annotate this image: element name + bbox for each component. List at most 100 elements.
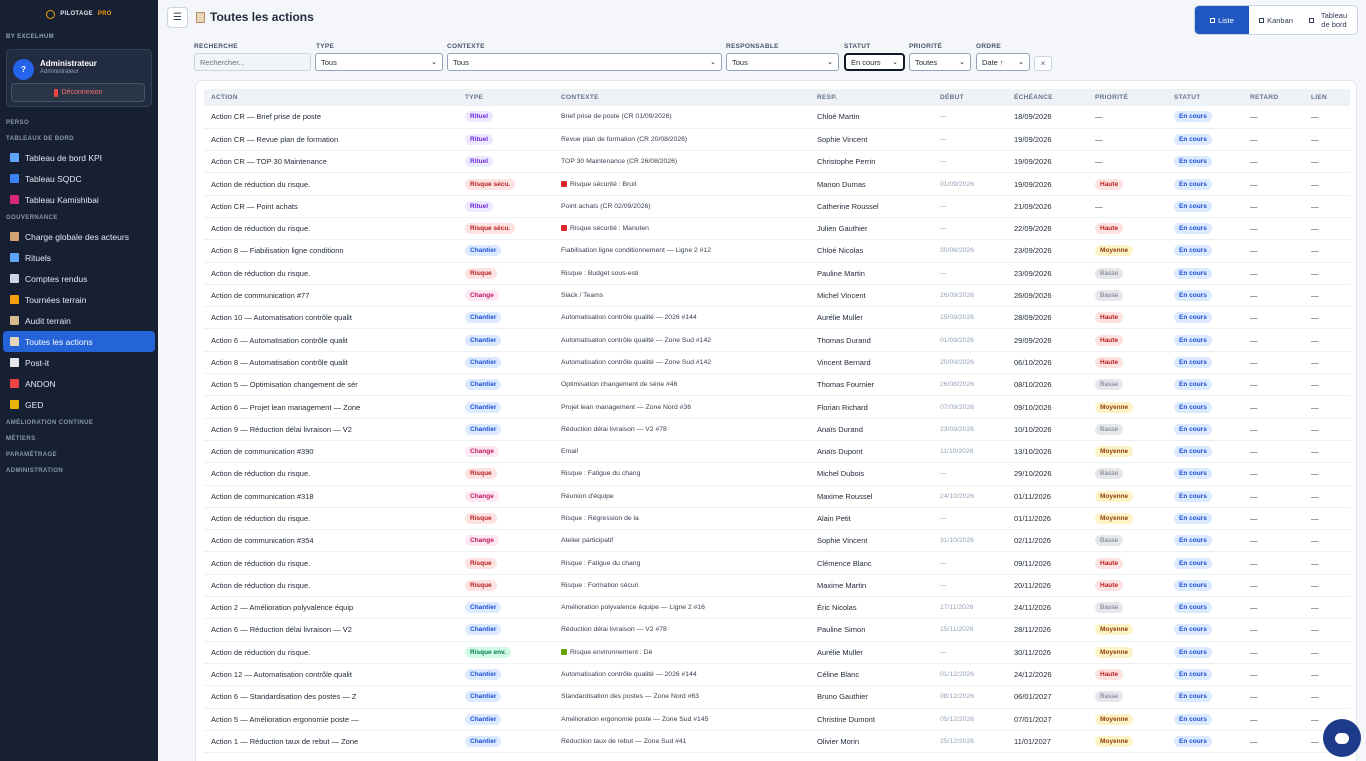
link-cell[interactable]: — — [1304, 307, 1350, 329]
action-cell[interactable]: Action 8 — Fiabilisation ligne condition… — [204, 240, 458, 262]
link-cell[interactable]: — — [1304, 641, 1350, 663]
section-parametrage[interactable]: PARAMÉTRAGE — [0, 447, 158, 463]
avatar[interactable]: ? — [13, 59, 34, 80]
link-cell[interactable]: — — [1304, 106, 1350, 128]
sidebar-item-audit-terrain[interactable]: Audit terrain — [3, 310, 155, 331]
link-cell[interactable]: — — [1304, 574, 1350, 596]
menu-toggle-button[interactable]: ☰ — [167, 7, 188, 28]
link-cell[interactable]: — — [1304, 173, 1350, 195]
action-cell[interactable]: Action CR — Point achats — [204, 195, 458, 217]
column-header[interactable]: RETARD — [1243, 89, 1304, 106]
link-cell[interactable]: — — [1304, 351, 1350, 373]
section-perso[interactable]: PERSO — [0, 115, 158, 131]
table-row[interactable]: Action 1 — Réduction taux de rebut — Zon… — [204, 730, 1350, 753]
table-row[interactable]: Action 8 — Automatisation contrôle quali… — [204, 351, 1350, 374]
link-cell[interactable]: — — [1304, 418, 1350, 440]
link-cell[interactable]: — — [1304, 151, 1350, 173]
link-cell[interactable]: — — [1304, 240, 1350, 262]
table-row[interactable]: Action de communication #354 Change Atelie… — [204, 530, 1350, 552]
column-header[interactable]: LIEN — [1304, 89, 1350, 106]
action-cell[interactable]: Action de réduction du risque. — [204, 463, 458, 485]
column-header[interactable]: STATUT — [1167, 89, 1243, 106]
column-header[interactable]: RESP. — [810, 89, 933, 106]
action-cell[interactable]: Action de réduction du risque. — [204, 552, 458, 574]
sidebar-item-toutes-les-actions[interactable]: Toutes les actions — [3, 331, 155, 352]
table-row[interactable]: Action de réduction du risque. Risque Risq… — [204, 552, 1350, 575]
link-cell[interactable]: — — [1304, 128, 1350, 150]
link-cell[interactable]: — — [1304, 374, 1350, 396]
action-cell[interactable]: Action 6 — Réduction délai livraison — V… — [204, 619, 458, 641]
table-row[interactable]: Action 6 — Standardisation des postes — … — [204, 686, 1350, 709]
action-cell[interactable]: Action de réduction du risque. — [204, 574, 458, 596]
link-cell[interactable]: — — [1304, 507, 1350, 529]
table-row[interactable]: Action de communication #318 Change Réunio… — [204, 485, 1350, 508]
column-header[interactable]: ACTION — [204, 89, 458, 106]
action-cell[interactable]: Action de réduction du risque. — [204, 173, 458, 195]
action-cell[interactable]: Action CR — TOP 30 Maintenance — [204, 151, 458, 173]
view-kanban-button[interactable]: Kanban — [1249, 6, 1303, 34]
link-cell[interactable]: — — [1304, 262, 1350, 284]
table-row[interactable]: Action 10 — Automatisation contrôle qual… — [204, 307, 1350, 329]
chat-button[interactable] — [1323, 719, 1361, 757]
action-cell[interactable]: Action 6 — Projet lean management — Zone — [204, 396, 458, 418]
link-cell[interactable]: — — [1304, 597, 1350, 619]
sidebar-item-rituels[interactable]: Rituels — [3, 247, 155, 268]
table-row[interactable]: Action de communication #390 Change Email A… — [204, 440, 1350, 463]
statut-select[interactable]: En cours ⌄ — [844, 53, 905, 71]
link-cell[interactable]: — — [1304, 463, 1350, 485]
action-cell[interactable]: Action de communication #354 — [204, 530, 458, 552]
table-row[interactable]: Action de communication #77 Change Slack /… — [204, 284, 1350, 307]
link-cell[interactable]: — — [1304, 329, 1350, 351]
table-row[interactable]: Action 2 — Amélioration polyvalence équi… — [204, 597, 1350, 619]
action-cell[interactable]: Action 6 — Standardisation des postes — … — [204, 686, 458, 708]
table-row[interactable]: Action de réduction du risque. Risque séc… — [204, 173, 1350, 196]
link-cell[interactable]: — — [1304, 530, 1350, 552]
action-cell[interactable]: Action de communication #77 — [204, 284, 458, 306]
table-row[interactable]: Action de réduction du risque. Risque Risq… — [204, 463, 1350, 486]
table-row[interactable]: Action CR — Point achats Rituel Point acha… — [204, 195, 1350, 218]
column-header[interactable]: TYPE — [458, 89, 554, 106]
table-row[interactable]: Action 12 — Automatisation contrôle qual… — [204, 663, 1350, 686]
contexte-select[interactable]: Tous ⌄ — [447, 53, 722, 71]
priorite-select[interactable]: Toutes ⌄ — [909, 53, 971, 71]
table-row[interactable]: Action 6 — Projet lean management — Zone… — [204, 396, 1350, 419]
action-cell[interactable]: Action 10 — Automatisation contrôle qual… — [204, 307, 458, 329]
action-cell[interactable]: Action de réduction du risque. — [204, 262, 458, 284]
link-cell[interactable]: — — [1304, 552, 1350, 574]
sidebar-item-charge-globale-des-acteurs[interactable]: Charge globale des acteurs — [3, 226, 155, 247]
sidebar-item-andon[interactable]: ANDON — [3, 373, 155, 394]
sidebar-item-ged[interactable]: GED — [3, 394, 155, 415]
link-cell[interactable]: — — [1304, 284, 1350, 306]
action-cell[interactable]: Action de communication #390 — [204, 440, 458, 462]
action-cell[interactable]: Action de réduction du risque. — [204, 641, 458, 663]
action-cell[interactable]: Action 8 — Automatisation contrôle quali… — [204, 351, 458, 373]
table-row[interactable]: Action 9 — Réduction délai livraison — V… — [204, 418, 1350, 441]
table-row[interactable]: Action 8 — Fiabilisation ligne condition… — [204, 240, 1350, 263]
sidebar-item-tableau-kamishibai[interactable]: Tableau Kamishibai — [3, 189, 155, 210]
view-liste-button[interactable]: Liste — [1195, 6, 1249, 34]
column-header[interactable]: PRIORITÉ — [1088, 89, 1167, 106]
link-cell[interactable]: — — [1304, 686, 1350, 708]
ordre-select[interactable]: Date ↑ ⌄ — [976, 53, 1030, 71]
brand-logo[interactable]: PILOTAGE PRO — [0, 0, 158, 28]
action-cell[interactable]: Action 5 — Amélioration ergonomie poste … — [204, 708, 458, 730]
table-row[interactable]: Action 5 — Amélioration ergonomie poste … — [204, 708, 1350, 731]
link-cell[interactable]: — — [1304, 663, 1350, 685]
search-input[interactable]: Rechercher... — [194, 53, 311, 71]
type-select[interactable]: Tous ⌄ — [315, 53, 443, 71]
table-row[interactable]: Action de réduction du risque. Risque Risq… — [204, 262, 1350, 285]
action-cell[interactable]: Action CR — Brief prise de poste — [204, 106, 458, 128]
action-cell[interactable]: Action de communication #318 — [204, 485, 458, 507]
column-header[interactable]: DÉBUT — [933, 89, 1007, 106]
view-dashboard-button[interactable]: Tableau de bord — [1303, 6, 1357, 34]
section-amelioration[interactable]: AMÉLIORATION CONTINUE — [0, 415, 158, 431]
table-row[interactable]: Action de réduction du risque. Risque Risq… — [204, 507, 1350, 530]
action-cell[interactable]: Action 5 — Optimisation changement de sé… — [204, 374, 458, 396]
sidebar-item-tableau-sqdc[interactable]: Tableau SQDC — [3, 168, 155, 189]
section-gouvernance[interactable]: GOUVERNANCE — [0, 210, 158, 226]
action-cell[interactable]: Action de réduction du risque. — [204, 507, 458, 529]
section-metiers[interactable]: MÉTIERS — [0, 431, 158, 447]
table-row[interactable]: Action 5 — Optimisation changement de sé… — [204, 374, 1350, 396]
section-administration[interactable]: ADMINISTRATION — [0, 463, 158, 479]
clear-filters-button[interactable]: × — [1034, 56, 1052, 71]
